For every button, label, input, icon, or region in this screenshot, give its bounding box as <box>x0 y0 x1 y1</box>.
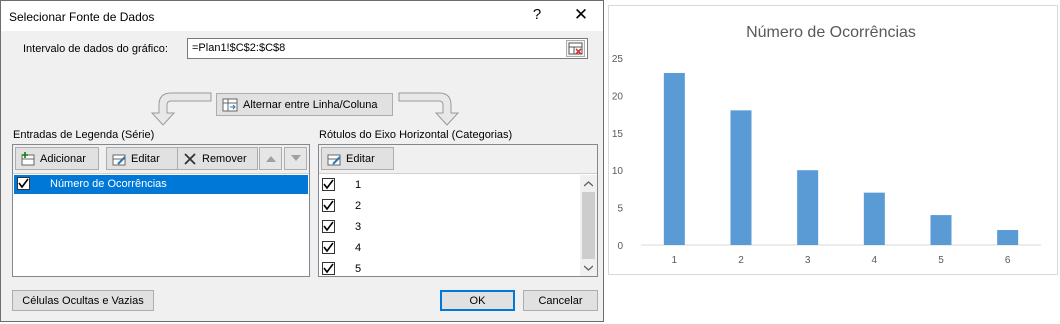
category-checkbox[interactable] <box>322 220 335 233</box>
category-label: 2 <box>355 200 362 212</box>
scroll-down-button[interactable] <box>580 259 597 276</box>
curved-arrow-right-icon <box>398 92 460 126</box>
category-label: 5 <box>355 263 362 275</box>
remove-series-button[interactable]: Remover <box>177 147 258 170</box>
column-chart: Número de Ocorrências 0 5 10 15 20 25 1 2 3 4 5 6 <box>612 24 1041 266</box>
checkmark-icon <box>323 263 334 274</box>
scroll-down-icon <box>584 265 593 271</box>
category-label: 3 <box>355 221 362 233</box>
scroll-up-button[interactable] <box>580 175 597 192</box>
collapse-dialog-button[interactable] <box>566 40 585 57</box>
category-list-item[interactable]: 2 <box>319 196 579 217</box>
edit-series-label: Editar <box>131 152 160 165</box>
category-list-scrollbar[interactable] <box>580 175 597 276</box>
legend-entries-label: Entradas de Legenda (Série) <box>13 129 155 141</box>
axis-labels-panel: Editar 1 2 3 4 5 <box>318 144 598 277</box>
chart-bar[interactable] <box>930 215 952 245</box>
chart-bar[interactable] <box>797 170 819 245</box>
y-tick-label: 10 <box>612 166 624 177</box>
category-checkbox[interactable] <box>322 241 335 254</box>
checkmark-icon <box>18 178 29 189</box>
x-tick-label: 4 <box>872 255 878 266</box>
help-button[interactable]: ? <box>527 6 547 23</box>
switch-row-column-label: Alternar entre Linha/Coluna <box>243 98 378 111</box>
series-list: Número de Ocorrências <box>13 175 309 276</box>
series-name: Número de Ocorrências <box>50 178 167 190</box>
edit-axis-labels-button[interactable]: Editar <box>321 147 394 170</box>
switch-row-column-icon <box>222 98 238 111</box>
edit-series-icon <box>112 154 126 165</box>
chart-data-range-label: Intervalo de dados do gráfico: <box>23 43 168 55</box>
select-data-source-dialog: Selecionar Fonte de Dados ? ✕ Intervalo … <box>0 0 604 322</box>
chart-data-range-value: =Plan1!$C$2:$C$8 <box>192 42 286 54</box>
y-tick-label: 0 <box>617 241 623 252</box>
close-button[interactable]: ✕ <box>569 5 593 25</box>
category-list-item[interactable]: 1 <box>319 175 579 196</box>
y-tick-label: 15 <box>612 129 624 140</box>
dialog-titlebar: Selecionar Fonte de Dados ? ✕ <box>1 1 603 31</box>
category-label: 1 <box>355 179 362 191</box>
chart-data-range-input[interactable]: =Plan1!$C$2:$C$8 <box>187 38 588 59</box>
horizontal-axis-labels-label: Rótulos do Eixo Horizontal (Categorias) <box>319 129 513 141</box>
x-tick-label: 2 <box>738 255 744 266</box>
y-tick-label: 25 <box>612 54 624 65</box>
add-series-button[interactable]: Adicionar <box>15 147 99 170</box>
edit-axis-icon <box>327 154 341 165</box>
chart-bar[interactable] <box>730 110 752 245</box>
remove-series-label: Remover <box>202 152 247 165</box>
x-tick-label: 5 <box>938 255 944 266</box>
category-checkbox[interactable] <box>322 199 335 212</box>
category-checkbox[interactable] <box>322 262 335 275</box>
legend-toolbar: Adicionar Editar Remover <box>13 145 309 174</box>
axis-toolbar: Editar <box>319 145 597 174</box>
chart-bar[interactable] <box>863 192 885 245</box>
edit-axis-label: Editar <box>346 152 375 165</box>
ok-label: OK <box>469 294 486 307</box>
scroll-thumb[interactable] <box>582 192 595 259</box>
cancel-button[interactable]: Cancelar <box>523 290 598 311</box>
chart-area[interactable]: Número de Ocorrências 0 5 10 15 20 25 1 2 3 4 5 6 <box>608 5 1058 275</box>
add-series-icon <box>21 151 35 165</box>
cancel-label: Cancelar <box>538 294 583 307</box>
y-tick-label: 20 <box>612 91 624 102</box>
move-down-button[interactable] <box>284 147 307 170</box>
add-series-label: Adicionar <box>40 152 86 165</box>
checkmark-icon <box>323 221 334 232</box>
category-list-item[interactable]: 3 <box>319 217 579 238</box>
move-down-icon <box>290 155 301 161</box>
series-list-item[interactable]: Número de Ocorrências <box>14 175 308 194</box>
x-tick-label: 6 <box>1005 255 1011 266</box>
range-select-icon <box>568 42 583 55</box>
series-checkbox[interactable] <box>17 177 30 190</box>
checkmark-icon <box>323 242 334 253</box>
category-list-item[interactable]: 5 <box>319 259 579 280</box>
move-up-button[interactable] <box>259 147 282 170</box>
dialog-title: Selecionar Fonte de Dados <box>9 10 155 24</box>
chart-bar[interactable] <box>663 72 685 246</box>
hidden-empty-cells-label: Células Ocultas e Vazias <box>22 294 144 307</box>
hidden-empty-cells-button[interactable]: Células Ocultas e Vazias <box>12 290 154 311</box>
checkmark-icon <box>323 179 334 190</box>
ok-button[interactable]: OK <box>440 290 515 311</box>
move-up-icon <box>265 156 276 162</box>
category-list-item[interactable]: 4 <box>319 238 579 259</box>
x-tick-label: 1 <box>672 255 678 266</box>
edit-series-button[interactable]: Editar <box>106 147 180 170</box>
curved-arrow-left-icon <box>150 92 212 126</box>
category-list: 1 2 3 4 5 <box>319 175 597 276</box>
legend-entries-panel: Adicionar Editar Remover Número de Ocorr… <box>12 144 310 277</box>
checkmark-icon <box>323 200 334 211</box>
x-tick-label: 3 <box>805 255 811 266</box>
switch-row-column-button[interactable]: Alternar entre Linha/Coluna <box>216 93 393 116</box>
remove-series-icon <box>184 152 196 165</box>
chart-title: Número de Ocorrências <box>746 24 916 41</box>
category-checkbox[interactable] <box>322 178 335 191</box>
scroll-up-icon <box>584 180 593 186</box>
y-tick-label: 5 <box>617 204 623 215</box>
category-label: 4 <box>355 242 362 254</box>
chart-bar[interactable] <box>997 230 1019 245</box>
